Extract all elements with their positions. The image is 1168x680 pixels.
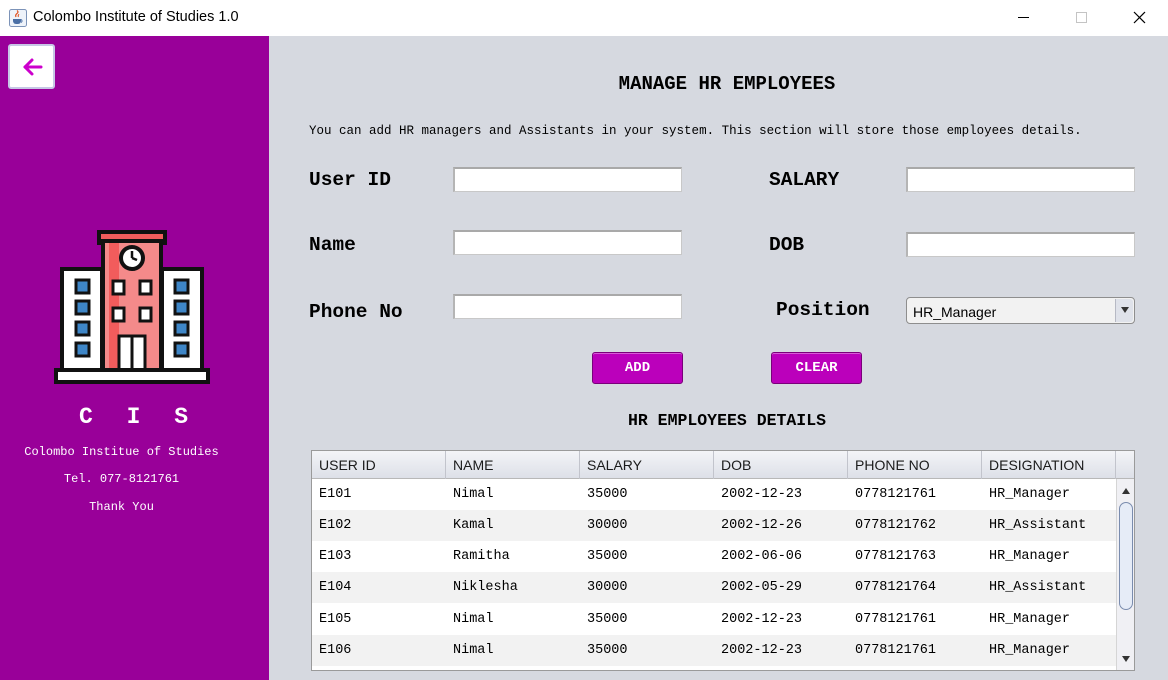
cell-phone: 0778121761 [855, 487, 937, 502]
cell-name: Nimal [453, 643, 494, 658]
cell-user-id: E105 [319, 612, 352, 627]
maximize-button[interactable] [1058, 0, 1104, 36]
cell-phone: 0778121763 [855, 549, 937, 564]
cell-designation: HR_Manager [989, 643, 1071, 658]
cell-dob: 2002-06-06 [721, 549, 803, 564]
scroll-up-button[interactable] [1117, 483, 1134, 499]
chevron-down-icon [1121, 307, 1129, 313]
dropdown-arrow-button[interactable] [1115, 299, 1133, 322]
cell-dob: 2002-12-26 [721, 518, 803, 533]
column-header-salary[interactable]: SALARY [580, 451, 714, 479]
window-titlebar: Colombo Institute of Studies 1.0 [0, 0, 1168, 36]
minimize-icon [1018, 17, 1029, 18]
close-icon [1133, 11, 1146, 24]
scroll-down-button[interactable] [1117, 651, 1134, 667]
column-header-user-id[interactable]: USER ID [312, 451, 446, 479]
table-scrollbar[interactable] [1116, 479, 1134, 670]
scrollbar-thumb[interactable] [1119, 502, 1133, 610]
scroll-up-arrow-icon [1122, 488, 1130, 494]
table-row[interactable]: E103 Ramitha 35000 2002-06-06 0778121763… [312, 541, 1116, 572]
cell-designation: HR_Assistant [989, 580, 1087, 595]
cell-designation: HR_Manager [989, 612, 1071, 627]
cell-dob: 2002-12-23 [721, 612, 803, 627]
brand-logo-text: C I S [78, 404, 198, 430]
table-row[interactable]: E101 Nimal 35000 2002-12-23 0778121761 H… [312, 479, 1116, 510]
table-row[interactable]: E105 Nimal 35000 2002-12-23 0778121761 H… [312, 604, 1116, 635]
phone-input[interactable] [453, 294, 682, 319]
cell-user-id: E103 [319, 549, 352, 564]
salary-label: SALARY [769, 169, 840, 191]
cell-name: Kamal [453, 518, 494, 533]
table-row[interactable]: E102 Kamal 30000 2002-12-26 0778121762 H… [312, 510, 1116, 541]
page-description: You can add HR managers and Assistants i… [309, 124, 1082, 138]
java-app-icon [9, 9, 27, 27]
cell-dob: 2002-12-23 [721, 487, 803, 502]
building-icon [54, 230, 210, 384]
table-row[interactable]: E106 Nimal 35000 2002-12-23 0778121761 H… [312, 635, 1116, 666]
column-header-designation[interactable]: DESIGNATION [982, 451, 1116, 479]
scroll-down-arrow-icon [1122, 656, 1130, 662]
window-title: Colombo Institute of Studies 1.0 [33, 9, 239, 25]
cell-designation: HR_Manager [989, 549, 1071, 564]
telephone-text: Tel. 077-8121761 [63, 472, 180, 486]
cell-name: Nimal [453, 612, 494, 627]
position-select[interactable]: HR_Manager [906, 297, 1135, 324]
position-selected-value: HR_Manager [913, 304, 997, 320]
thank-you-text: Thank You [89, 500, 154, 514]
cell-phone: 0778121761 [855, 612, 937, 627]
cell-designation: HR_Assistant [989, 518, 1087, 533]
phone-label: Phone No [309, 301, 403, 323]
cell-name: Nimal [453, 487, 494, 502]
cell-phone: 0778121761 [855, 643, 937, 658]
column-header-name[interactable]: NAME [446, 451, 580, 479]
cell-user-id: E102 [319, 518, 352, 533]
user-id-label: User ID [309, 169, 391, 191]
cell-user-id: E104 [319, 580, 352, 595]
column-header-dob[interactable]: DOB [714, 451, 848, 479]
cell-user-id: E101 [319, 487, 352, 502]
cell-salary: 35000 [587, 487, 628, 502]
page-title: MANAGE HR EMPLOYEES [618, 73, 836, 95]
cell-salary: 35000 [587, 612, 628, 627]
cell-phone: 0778121762 [855, 518, 937, 533]
back-button[interactable] [8, 44, 55, 89]
cell-dob: 2002-05-29 [721, 580, 803, 595]
employees-table: USER ID NAME SALARY DOB PHONE NO DESIGNA… [311, 450, 1135, 671]
arrow-left-icon [23, 58, 43, 76]
maximize-icon [1076, 12, 1087, 23]
cell-user-id: E106 [319, 643, 352, 658]
cell-name: Niklesha [453, 580, 518, 595]
cell-name: Ramitha [453, 549, 510, 564]
dob-input[interactable] [906, 232, 1135, 257]
name-label: Name [309, 234, 356, 256]
clear-button[interactable]: CLEAR [771, 352, 862, 384]
close-button[interactable] [1116, 0, 1162, 36]
add-button[interactable]: ADD [592, 352, 683, 384]
sidebar: C I S Colombo Institue of Studies Tel. 0… [0, 36, 269, 680]
cell-designation: HR_Manager [989, 487, 1071, 502]
table-header: USER ID NAME SALARY DOB PHONE NO DESIGNA… [312, 451, 1134, 479]
cell-salary: 35000 [587, 549, 628, 564]
salary-input[interactable] [906, 167, 1135, 192]
table-row[interactable]: E104 Niklesha 30000 2002-05-29 077812176… [312, 572, 1116, 603]
name-input[interactable] [453, 230, 682, 255]
minimize-button[interactable] [1000, 0, 1046, 36]
column-header-phone[interactable]: PHONE NO [848, 451, 982, 479]
cell-salary: 30000 [587, 518, 628, 533]
dob-label: DOB [769, 234, 805, 256]
cell-salary: 30000 [587, 580, 628, 595]
user-id-input[interactable] [453, 167, 682, 192]
table-title: HR EMPLOYEES DETAILS [627, 411, 827, 430]
cell-phone: 0778121764 [855, 580, 937, 595]
institute-name: Colombo Institue of Studies [24, 445, 219, 459]
cell-dob: 2002-12-23 [721, 643, 803, 658]
cell-salary: 35000 [587, 643, 628, 658]
position-label: Position [776, 299, 870, 321]
